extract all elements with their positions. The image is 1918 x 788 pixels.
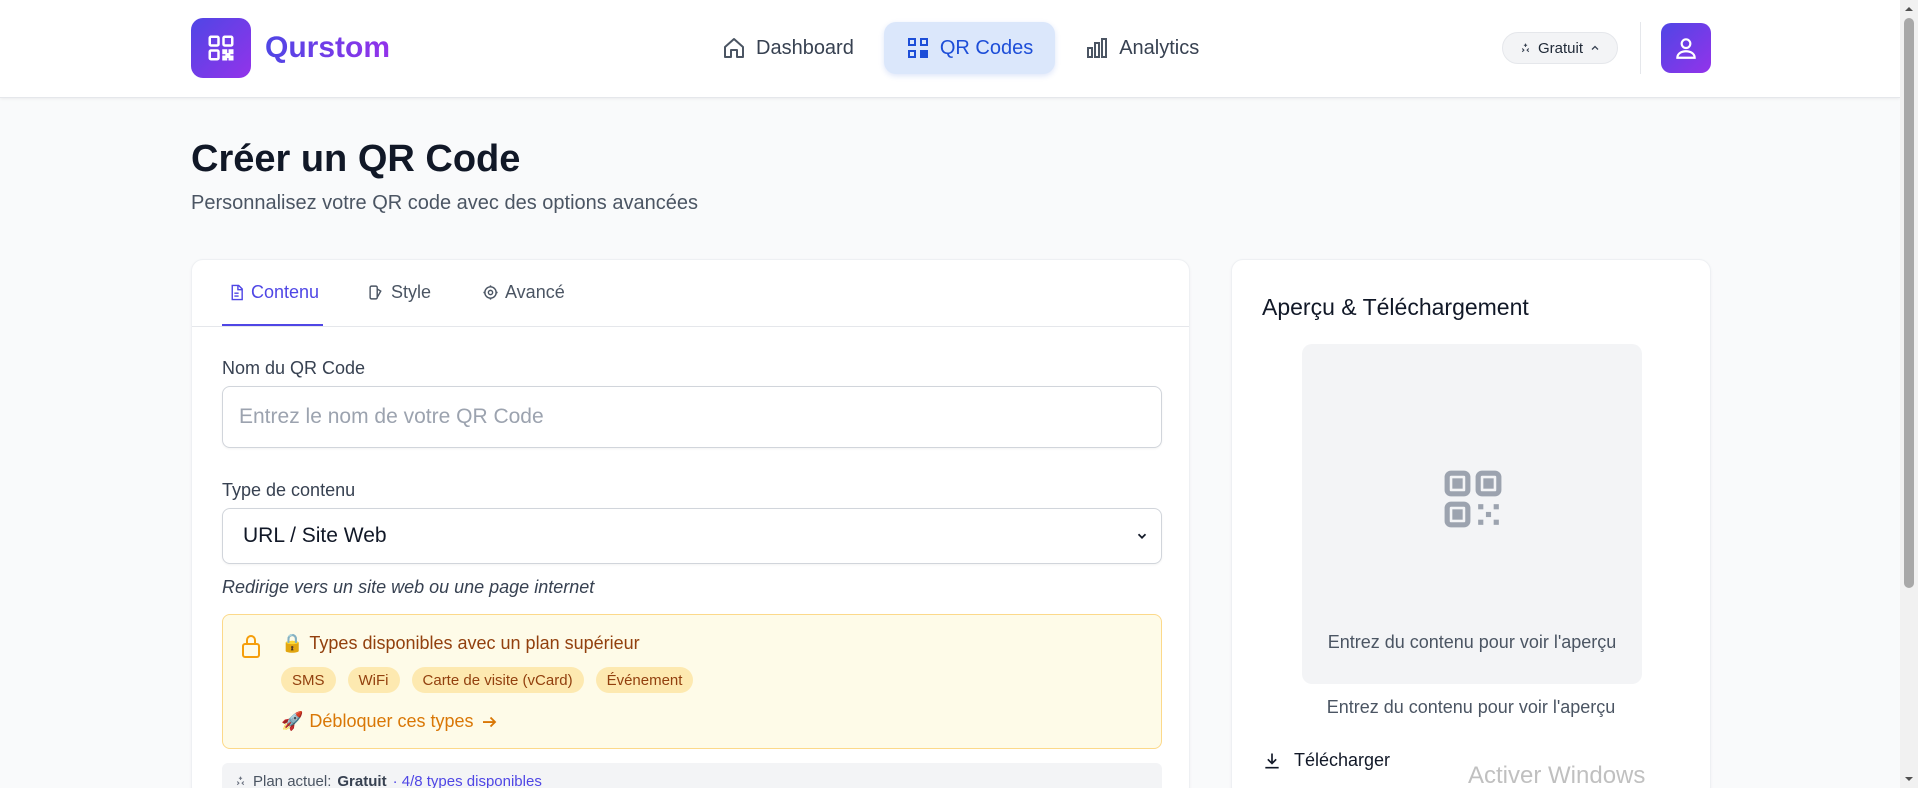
tab-contenu[interactable]: Contenu: [228, 282, 319, 303]
locked-type-chip: WiFi: [347, 667, 400, 693]
home-icon: [724, 38, 744, 58]
preview-title: Aperçu & Téléchargement: [1262, 294, 1529, 320]
windows-activation-watermark: Activer Windows: [1468, 762, 1646, 788]
locked-type-chip: SMS: [281, 667, 336, 693]
rocket-icon: 🚀: [281, 711, 304, 731]
plan-prefix: Plan actuel:: [253, 773, 332, 788]
page-subtitle: Personnalisez votre QR code avec des opt…: [191, 192, 698, 214]
header-divider: [1640, 22, 1641, 74]
chevron-up-icon: [1591, 45, 1599, 50]
palette-icon: [369, 285, 382, 300]
preview-caption: Entrez du contenu pour voir l'aperçu: [1326, 697, 1616, 717]
preview-empty-text: Entrez du contenu pour voir l'aperçu: [1327, 632, 1617, 652]
name-field-label: Nom du QR Code: [222, 358, 366, 378]
unlock-label: Débloquer ces types: [309, 711, 474, 731]
download-button[interactable]: Télécharger: [1262, 750, 1390, 771]
user-avatar-button[interactable]: [1661, 23, 1711, 73]
qr-form-card: Contenu Style Avancé Nom du QR Code Type…: [191, 259, 1190, 788]
locked-type-chips: SMS WiFi Carte de visite (vCard) Événeme…: [281, 667, 694, 693]
qr-placeholder-icon: [1444, 470, 1502, 528]
logo[interactable]: [191, 18, 251, 78]
scrollbar-thumb[interactable]: [1904, 18, 1914, 588]
file-icon: [231, 284, 243, 301]
brand-name[interactable]: Qurstom: [265, 28, 390, 68]
locked-types-title: 🔒 Types disponibles avec un plan supérie…: [281, 633, 640, 654]
current-plan-bar: Plan actuel: Gratuit · 4/8 types disponi…: [222, 763, 1162, 788]
content-type-value: URL / Site Web: [243, 524, 387, 547]
main-nav: Dashboard QR Codes Analytics: [700, 22, 1221, 74]
preview-card: Aperçu & Téléchargement Entrez du conten…: [1231, 259, 1711, 788]
download-label: Télécharger: [1294, 750, 1391, 770]
user-icon: [1676, 38, 1696, 59]
unlock-types-link[interactable]: 🚀 Débloquer ces types: [281, 711, 498, 732]
top-header: Qurstom Dashboard QR Codes Analytics Gra…: [0, 0, 1900, 98]
active-tab-indicator: [222, 324, 323, 326]
nav-label: QR Codes: [939, 36, 1034, 59]
nav-dashboard[interactable]: Dashboard: [700, 22, 876, 74]
sparkles-icon: [236, 776, 245, 786]
qr-name-input[interactable]: [222, 386, 1162, 448]
tab-avance[interactable]: Avancé: [482, 282, 565, 303]
locked-type-chip: Carte de visite (vCard): [411, 667, 584, 693]
nav-label: Analytics: [1119, 36, 1200, 59]
locked-types-notice: 🔒 Types disponibles avec un plan supérie…: [222, 614, 1162, 749]
content-type-helper: Redirige vers un site web ou une page in…: [222, 577, 595, 597]
locked-title-text: Types disponibles avec un plan supérieur: [309, 633, 640, 653]
bar-chart-icon: [1087, 38, 1108, 58]
tab-label: Style: [391, 282, 432, 302]
lock-emoji-icon: 🔒: [281, 633, 304, 653]
arrow-right-icon: [482, 716, 496, 727]
download-icon: [1265, 753, 1279, 768]
type-field-label: Type de contenu: [222, 480, 356, 500]
lock-icon: [242, 635, 260, 658]
qr-logo-icon: [208, 35, 234, 61]
form-tabs: Contenu Style Avancé: [192, 260, 1189, 327]
qr-preview-area: Entrez du contenu pour voir l'aperçu: [1302, 344, 1642, 684]
tab-label: Avancé: [505, 282, 565, 302]
chevron-down-icon: [1137, 533, 1147, 539]
page-title: Créer un QR Code: [191, 138, 521, 180]
plan-types-count: · 4/8 types disponibles: [392, 773, 542, 788]
nav-analytics[interactable]: Analytics: [1063, 22, 1221, 74]
scroll-down-arrow-icon[interactable]: [1904, 774, 1914, 784]
qr-code-icon: [907, 38, 928, 58]
gear-icon: [483, 285, 498, 300]
tab-label: Contenu: [251, 282, 320, 302]
page-scrollbar[interactable]: [1900, 0, 1918, 788]
scroll-up-arrow-icon[interactable]: [1904, 4, 1914, 14]
plan-label: Gratuit: [1538, 39, 1584, 57]
locked-type-chip: Événement: [595, 667, 694, 693]
nav-qr-codes[interactable]: QR Codes: [883, 22, 1056, 74]
tab-style[interactable]: Style: [368, 282, 431, 303]
sparkles-icon: [1521, 43, 1530, 52]
nav-label: Dashboard: [756, 36, 854, 59]
plan-menu-button[interactable]: Gratuit: [1502, 32, 1619, 64]
content-type-select[interactable]: URL / Site Web: [222, 508, 1162, 564]
plan-name: Gratuit: [337, 773, 387, 788]
